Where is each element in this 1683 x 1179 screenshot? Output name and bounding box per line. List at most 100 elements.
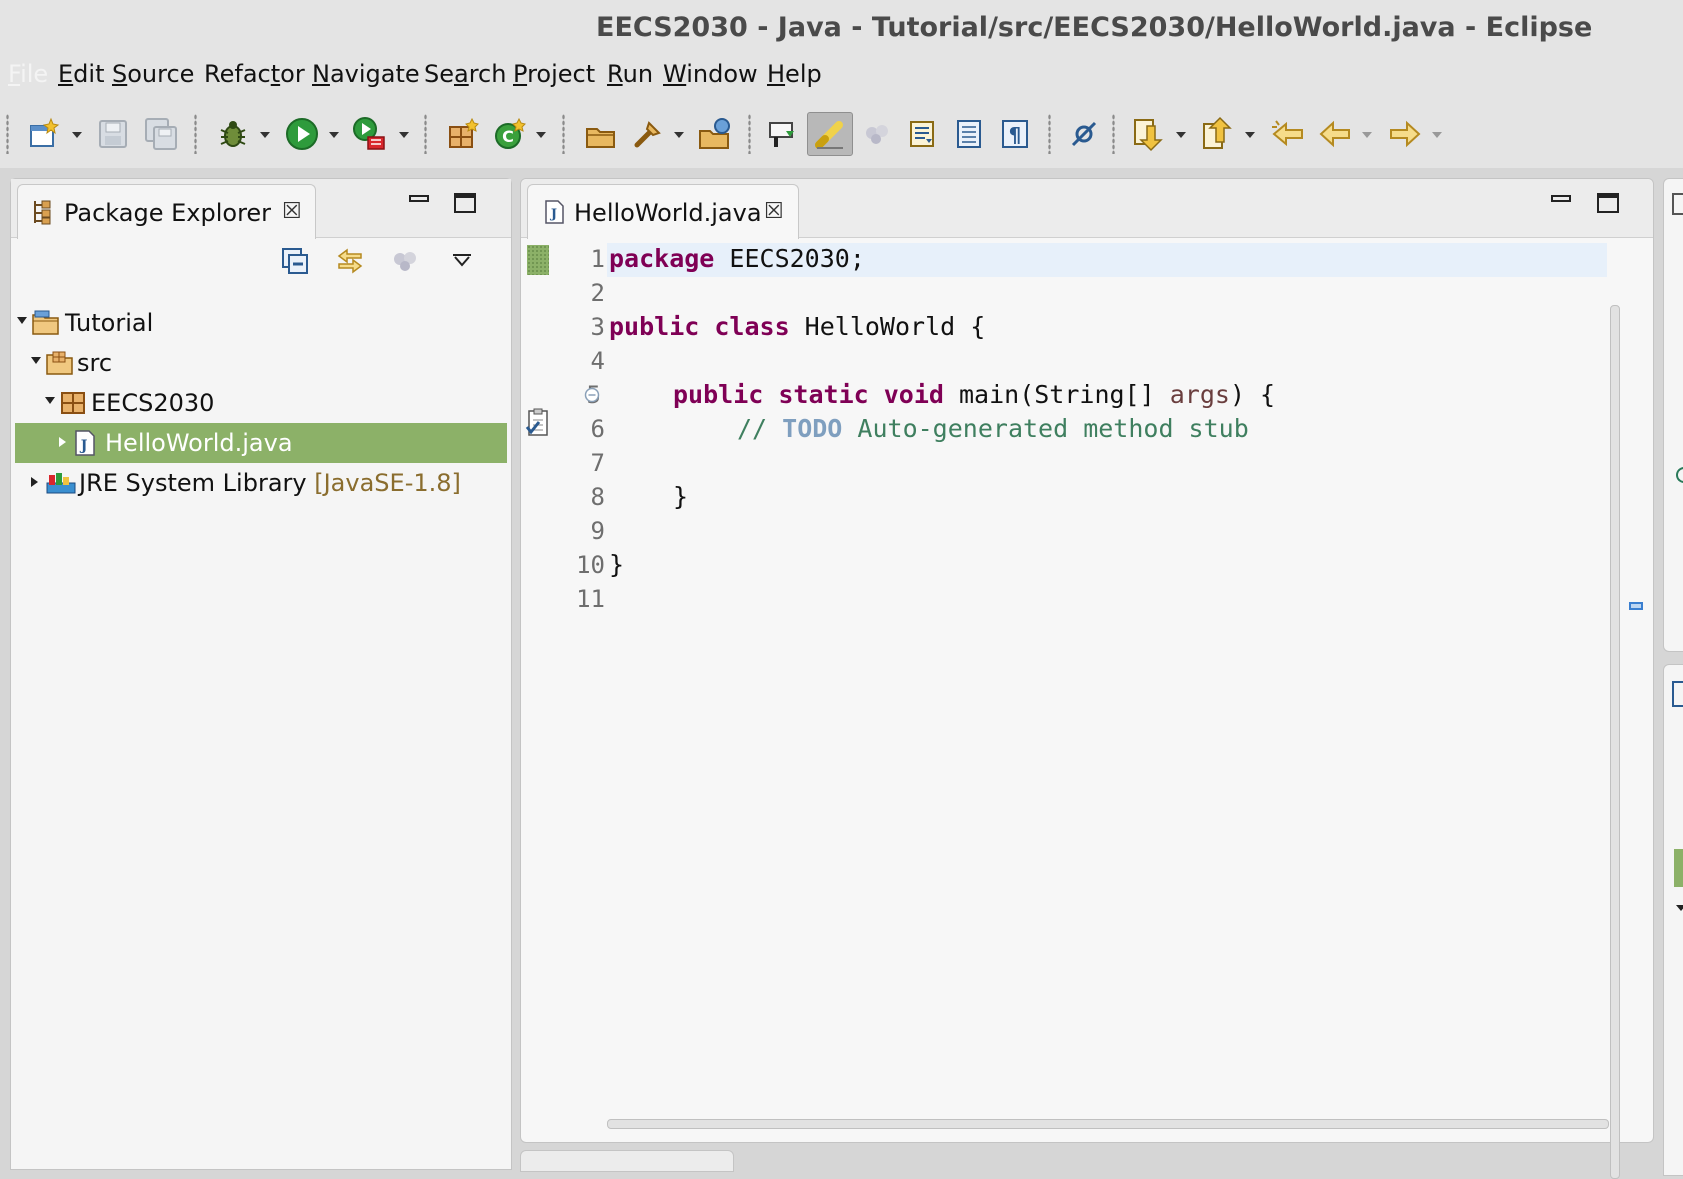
open-task-icon[interactable] xyxy=(628,114,668,154)
close-icon[interactable]: ☒ xyxy=(764,201,784,223)
svg-text:C: C xyxy=(502,127,514,146)
task-list-icon xyxy=(1672,681,1683,707)
tree-item-jre-system-library[interactable]: JRE System Library [JavaSE-1.8] xyxy=(15,463,507,503)
focus-on-active-task-icon[interactable] xyxy=(391,247,419,279)
save-all-icon[interactable] xyxy=(141,114,181,154)
search-icon[interactable] xyxy=(696,114,736,154)
window-title: EECS2030 - Java - Tutorial/src/EECS2030/… xyxy=(596,12,1593,43)
menu-file[interactable]: File xyxy=(8,60,48,88)
java-file-icon: J xyxy=(73,429,101,457)
code-line: public static void main(String[] args) { xyxy=(673,380,1276,409)
menu-refactor[interactable]: Refactor xyxy=(204,60,305,88)
next-annotation-dropdown[interactable] xyxy=(1176,132,1186,138)
debug-dropdown[interactable] xyxy=(260,132,270,138)
package-explorer-title: Package Explorer xyxy=(64,199,272,227)
library-icon xyxy=(45,469,76,497)
debug-icon[interactable] xyxy=(213,114,253,154)
package-explorer-panel: Package Explorer ☒ Tutorial src EECS2030… xyxy=(10,178,512,1170)
tab-helloworld-java[interactable]: J HelloWorld.java ☒ xyxy=(527,184,799,239)
link-with-editor-icon[interactable] xyxy=(335,247,365,279)
open-type-icon[interactable] xyxy=(581,114,621,154)
expand-arrow-icon[interactable] xyxy=(45,397,55,404)
previous-annotation-dropdown[interactable] xyxy=(1245,132,1255,138)
vertical-scrollbar[interactable] xyxy=(1610,305,1620,1179)
menu-project[interactable]: Project xyxy=(513,60,595,88)
pilcrow-icon[interactable]: ¶ xyxy=(996,114,1036,154)
expand-arrow-icon[interactable] xyxy=(59,437,66,447)
save-icon[interactable] xyxy=(93,114,133,154)
tree-item-eecs2030[interactable]: EECS2030 xyxy=(15,383,507,423)
run-icon[interactable] xyxy=(282,114,322,154)
open-task-dropdown[interactable] xyxy=(674,132,684,138)
collapse-all-icon[interactable] xyxy=(281,247,309,279)
editor-panel: J HelloWorld.java ☒ 1 2 3 4 5 6 7 8 9 10… xyxy=(520,178,1654,1179)
tree-item-helloworld-java[interactable]: J HelloWorld.java xyxy=(15,423,507,463)
new-wizard-icon[interactable] xyxy=(24,114,64,154)
minimize-icon[interactable] xyxy=(409,195,429,202)
back-icon[interactable] xyxy=(1315,114,1355,154)
task-panel-edge xyxy=(1663,664,1683,1176)
previous-annotation-icon[interactable] xyxy=(1197,114,1237,154)
main-toolbar: C ¶ xyxy=(0,96,1683,168)
task-marker-icon[interactable] xyxy=(525,407,551,441)
menu-navigate[interactable]: Navigate xyxy=(312,60,420,88)
new-java-package-icon[interactable] xyxy=(443,114,483,154)
last-edit-location-icon[interactable] xyxy=(1268,114,1308,154)
fold-collapse-icon[interactable] xyxy=(584,387,600,407)
outline-item-icon xyxy=(1676,467,1683,483)
mark-occurrences-icon[interactable] xyxy=(807,112,853,156)
show-whitespace-icon[interactable] xyxy=(950,114,990,154)
menu-search[interactable]: Search xyxy=(424,60,506,88)
run-external-tool-dropdown[interactable] xyxy=(399,132,409,138)
toggle-block-selection-icon[interactable] xyxy=(903,114,943,154)
next-annotation-icon[interactable] xyxy=(1128,114,1168,154)
menu-edit[interactable]: Edit xyxy=(58,60,104,88)
view-menu-icon[interactable] xyxy=(451,251,473,273)
minimize-icon[interactable] xyxy=(1551,195,1571,202)
horizontal-scrollbar[interactable] xyxy=(607,1119,1609,1129)
chevron-down-icon[interactable] xyxy=(1676,905,1683,911)
new-java-class-dropdown[interactable] xyxy=(536,132,546,138)
menu-source[interactable]: Source xyxy=(112,60,194,88)
run-dropdown[interactable] xyxy=(329,132,339,138)
overview-ruler-task-marker[interactable] xyxy=(1629,602,1643,610)
maximize-icon[interactable] xyxy=(454,193,476,213)
library-version-decoration: [JavaSE-1.8] xyxy=(314,469,461,497)
toolbar-grip[interactable] xyxy=(6,114,9,154)
new-wizard-dropdown[interactable] xyxy=(72,132,82,138)
forward-icon[interactable] xyxy=(1385,114,1425,154)
toggle-breadcrumb-icon[interactable] xyxy=(763,114,803,154)
package-explorer-toolbar xyxy=(11,239,511,291)
editor-tab-label: HelloWorld.java xyxy=(574,199,762,227)
close-icon[interactable]: ☒ xyxy=(282,201,302,223)
outline-panel-edge xyxy=(1663,178,1683,652)
editor-tab-bar: J HelloWorld.java ☒ xyxy=(521,179,1653,239)
tree-item-tutorial[interactable]: Tutorial xyxy=(15,303,507,343)
toolbar-separator xyxy=(424,114,427,154)
menu-window[interactable]: Window xyxy=(663,60,758,88)
line-number: 6 xyxy=(590,415,605,443)
source-folder-icon xyxy=(45,349,73,377)
line-number: 9 xyxy=(590,517,605,545)
menu-run[interactable]: Run xyxy=(607,60,653,88)
expand-arrow-icon[interactable] xyxy=(17,317,27,324)
skip-breakpoints-icon[interactable] xyxy=(1064,114,1104,154)
maximize-icon[interactable] xyxy=(1597,193,1619,213)
toolbar-separator xyxy=(194,114,197,154)
run-external-tool-icon[interactable] xyxy=(350,114,390,154)
selected-item-highlight xyxy=(1674,849,1683,887)
code-editor[interactable]: 1 2 3 4 5 6 7 8 9 10 11 package EECS2030… xyxy=(521,239,1653,1179)
outline-icon xyxy=(1672,193,1683,215)
forward-dropdown[interactable] xyxy=(1432,132,1442,138)
line-number: 4 xyxy=(590,347,605,375)
expand-arrow-icon[interactable] xyxy=(31,477,38,487)
code-line: package EECS2030; xyxy=(609,244,865,273)
java-file-icon: J xyxy=(544,199,566,229)
new-java-class-icon[interactable]: C xyxy=(490,114,530,154)
menu-help[interactable]: Help xyxy=(767,60,822,88)
expand-arrow-icon[interactable] xyxy=(31,357,41,364)
tab-package-explorer[interactable]: Package Explorer ☒ xyxy=(17,184,316,239)
tree-item-src[interactable]: src xyxy=(15,343,507,383)
back-dropdown[interactable] xyxy=(1362,132,1372,138)
toggle-highlight-icon[interactable] xyxy=(857,114,897,154)
